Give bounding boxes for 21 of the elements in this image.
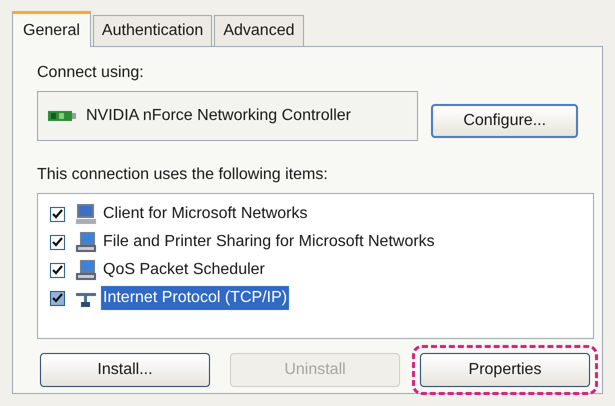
dialog-button[interactable]: Install... xyxy=(40,353,210,387)
items-label: This connection uses the following items: xyxy=(37,165,328,185)
adapter-name: NVIDIA nForce Networking Controller xyxy=(86,106,351,126)
configure-button[interactable]: Configure... xyxy=(431,104,578,138)
dialog-button[interactable]: Properties xyxy=(420,353,590,387)
computer-icon xyxy=(75,203,97,225)
computer-icon xyxy=(75,259,97,281)
list-item[interactable]: Internet Protocol (TCP/IP) xyxy=(101,286,290,310)
list-item[interactable]: File and Printer Sharing for Microsoft Networks xyxy=(101,230,437,254)
tab[interactable]: Advanced xyxy=(214,15,304,46)
list-item[interactable]: Client for Microsoft Networks xyxy=(101,202,310,226)
checkbox[interactable] xyxy=(50,234,65,250)
computer-icon xyxy=(75,231,97,253)
checkbox[interactable] xyxy=(50,262,65,278)
checkbox[interactable] xyxy=(50,290,65,306)
list-item[interactable]: QoS Packet Scheduler xyxy=(101,258,267,282)
checkbox[interactable] xyxy=(50,206,65,222)
network-card-icon xyxy=(48,108,76,124)
tab[interactable]: General xyxy=(12,11,91,47)
tab[interactable]: Authentication xyxy=(92,15,212,46)
connect-using-label: Connect using: xyxy=(37,63,144,83)
